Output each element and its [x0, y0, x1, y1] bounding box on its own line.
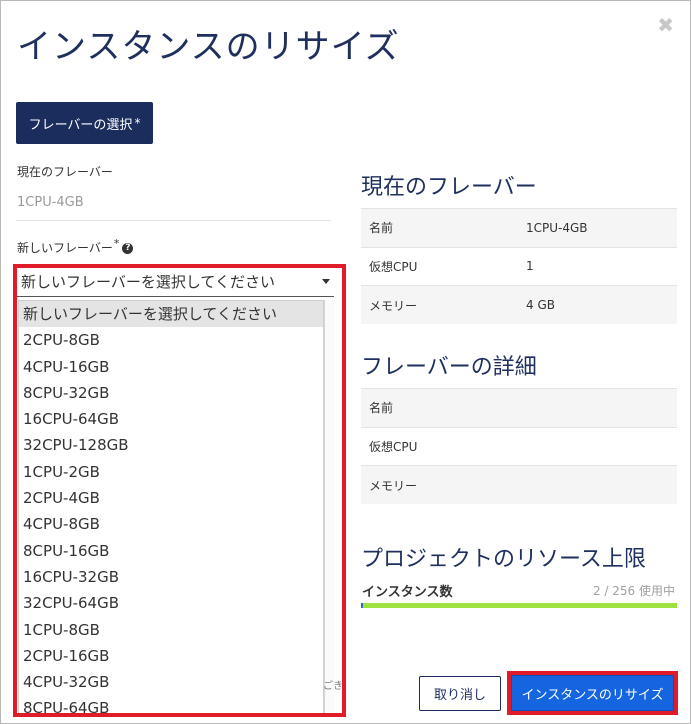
chevron-down-icon[interactable]: [322, 279, 330, 284]
new-flavor-label: 新しいフレーバー*?: [17, 237, 134, 256]
dropdown-option[interactable]: 1CPU-8GB: [19, 617, 323, 643]
dropdown-option[interactable]: 8CPU-16GB: [19, 538, 323, 564]
row-value: 1: [518, 246, 677, 286]
divider: [16, 220, 331, 221]
current-flavor-label: 現在のフレーバー: [17, 165, 113, 179]
row-key: メモリー: [361, 285, 518, 324]
row-key: メモリー: [361, 465, 518, 504]
current-flavor-table: 名前 1CPU-4GB 仮想CPU 1 メモリー 4 GB: [361, 208, 677, 324]
quota-bar-used: [361, 603, 364, 608]
current-flavor-panel-title: 現在のフレーバー: [361, 175, 537, 200]
dropdown-option[interactable]: 2CPU-16GB: [19, 643, 323, 669]
row-value: 1CPU-4GB: [518, 208, 677, 247]
dropdown-option[interactable]: 4CPU-16GB: [19, 354, 323, 380]
row-key: 仮想CPU: [361, 426, 518, 466]
obscured-text: ごき: [323, 681, 343, 692]
dropdown-option[interactable]: 32CPU-128GB: [19, 432, 323, 458]
new-flavor-label-text: 新しいフレーバー: [17, 241, 113, 255]
dropdown-option[interactable]: 4CPU-32GB: [19, 669, 323, 695]
quota-bar-fill: [361, 603, 677, 608]
instances-quota-bar: [361, 603, 677, 608]
dropdown-option[interactable]: 32CPU-64GB: [19, 590, 323, 616]
instances-quota-usage: 2 / 256 使用中: [592, 584, 675, 598]
dropdown-option[interactable]: 2CPU-8GB: [19, 327, 323, 353]
table-row: 仮想CPU: [361, 426, 677, 466]
select-value: 新しいフレーバーを選択してください: [21, 273, 275, 291]
flavor-details-table: 名前 仮想CPU メモリー: [361, 388, 677, 504]
dropdown-option[interactable]: 16CPU-64GB: [19, 406, 323, 432]
row-key: 名前: [361, 208, 518, 247]
help-icon[interactable]: ?: [122, 243, 134, 254]
dropdown-option[interactable]: 8CPU-32GB: [19, 380, 323, 406]
current-flavor-value: 1CPU-4GB: [17, 195, 84, 210]
flavor-dropdown-list: 新しいフレーバーを選択してください 2CPU-8GB 4CPU-16GB 8CP…: [18, 300, 324, 717]
modal-title: インスタンスのリサイズ: [17, 27, 400, 67]
new-flavor-select[interactable]: 新しいフレーバーを選択してください: [17, 267, 334, 297]
project-limits-title: プロジェクトのリソース上限: [361, 547, 646, 572]
row-value: [518, 465, 677, 504]
tab-label: フレーバーの選択: [28, 117, 133, 133]
dropdown-option[interactable]: 4CPU-8GB: [19, 511, 323, 537]
resize-instance-modal: インスタンスのリサイズ ✖ フレーバーの選択 * 現在のフレーバー 1CPU-4…: [0, 0, 691, 724]
dropdown-option[interactable]: 新しいフレーバーを選択してください: [19, 301, 323, 328]
table-row: メモリー: [361, 465, 677, 504]
flavor-details-panel-title: フレーバーの詳細: [361, 355, 537, 380]
table-row: 名前: [361, 388, 677, 427]
highlight-box-submit: インスタンスのリサイズ: [507, 671, 678, 715]
dropdown-option[interactable]: 1CPU-2GB: [19, 459, 323, 485]
row-key: 名前: [361, 388, 518, 427]
dropdown-option[interactable]: 2CPU-4GB: [19, 485, 323, 511]
dropdown-option[interactable]: 8CPU-64GB: [19, 695, 323, 716]
instances-quota-label: インスタンス数: [362, 585, 453, 600]
row-value: 4 GB: [518, 285, 677, 324]
required-mark: *: [134, 116, 141, 130]
table-row: 名前 1CPU-4GB: [361, 208, 677, 247]
table-row: メモリー 4 GB: [361, 285, 677, 324]
dropdown-scrollbar[interactable]: [324, 300, 334, 717]
row-value: [518, 388, 677, 427]
cancel-button[interactable]: 取り消し: [419, 676, 501, 711]
resize-submit-button[interactable]: インスタンスのリサイズ: [511, 675, 674, 711]
required-mark: *: [113, 237, 120, 250]
close-icon[interactable]: ✖: [657, 13, 674, 37]
table-row: 仮想CPU 1: [361, 246, 677, 286]
row-key: 仮想CPU: [361, 246, 518, 286]
row-value: [518, 426, 677, 466]
dropdown-option[interactable]: 16CPU-32GB: [19, 564, 323, 590]
tab-flavor-selection[interactable]: フレーバーの選択 *: [16, 102, 153, 144]
